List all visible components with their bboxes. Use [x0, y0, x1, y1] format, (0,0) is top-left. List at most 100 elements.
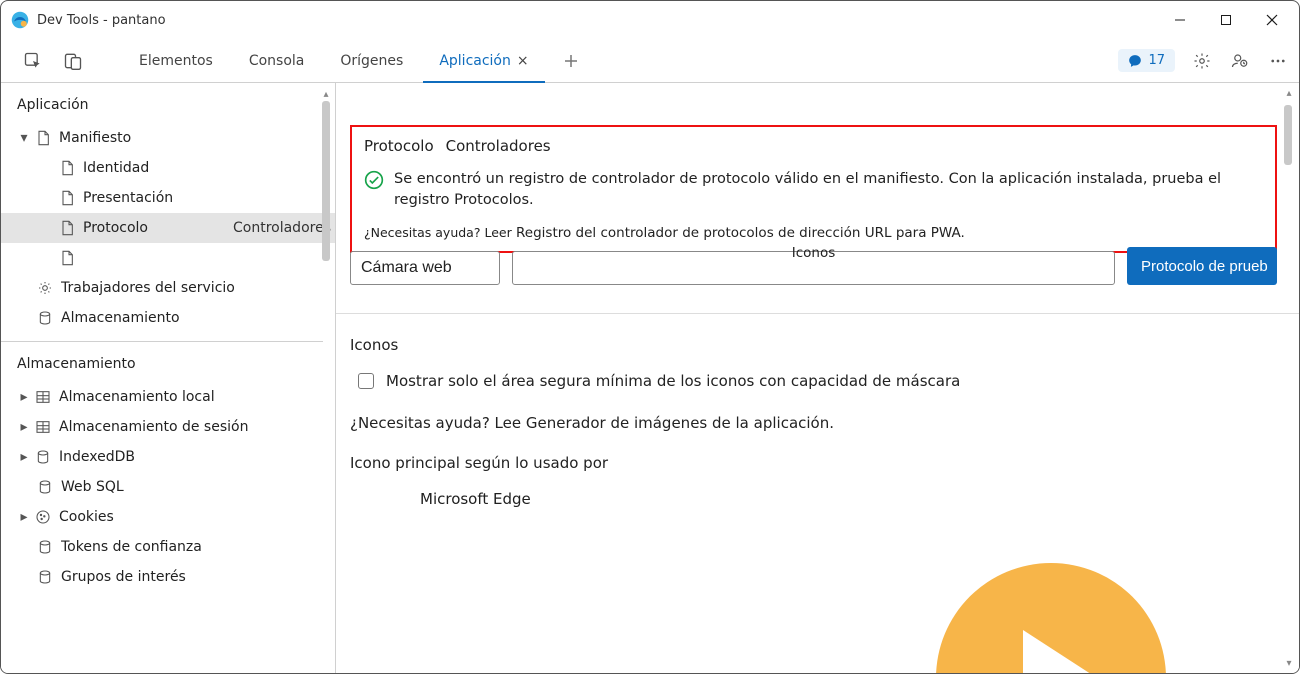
chevron-right-icon[interactable]: ▸	[15, 449, 33, 465]
iconos-title: Iconos	[350, 336, 1277, 354]
hb-title-2: Controladores	[446, 137, 551, 155]
device-icon[interactable]	[55, 43, 91, 79]
tree-local-storage[interactable]: ▸ Almacenamiento local	[1, 382, 335, 412]
more-icon[interactable]	[1261, 44, 1295, 78]
sidebar: Aplicación ▾ Manifiesto Identidad Presen…	[1, 83, 336, 673]
close-button[interactable]	[1249, 4, 1295, 36]
tab-elements-label: Elementos	[139, 53, 213, 69]
tree-session-storage[interactable]: ▸ Almacenamiento de sesión	[1, 412, 335, 442]
separator	[336, 313, 1299, 314]
tab-application[interactable]: Aplicación ×	[423, 39, 544, 83]
tree-label: Manifiesto	[59, 130, 335, 146]
tree-almacenamiento[interactable]: Almacenamiento	[1, 303, 335, 333]
hb-message: Se encontró un registro de controlador d…	[394, 169, 1263, 211]
toolbar: Elementos Consola Orígenes Aplicación × …	[1, 39, 1299, 83]
tree-label: Identidad	[83, 160, 335, 176]
safe-area-label: Mostrar solo el área segura mínima de lo…	[386, 372, 960, 390]
tree-tokens[interactable]: Tokens de confianza	[1, 532, 335, 562]
tree-label: Tokens de confianza	[61, 539, 335, 555]
camera-input[interactable]	[350, 251, 500, 285]
tab-elements[interactable]: Elementos	[123, 39, 229, 83]
window: Dev Tools - pantano Elementos Consola Or…	[0, 0, 1300, 674]
gear-icon	[35, 280, 55, 296]
main-icon-browser: Microsoft Edge	[420, 490, 1277, 508]
storage-icon	[35, 539, 55, 555]
body: Aplicación ▾ Manifiesto Identidad Presen…	[1, 83, 1299, 673]
window-title: Dev Tools - pantano	[37, 13, 166, 28]
tree-label: Trabajadores del servicio	[61, 280, 335, 296]
storage-icon	[35, 569, 55, 585]
storage-icon	[33, 449, 53, 465]
feedback-icon[interactable]	[1223, 44, 1257, 78]
tree-label: IndexedDB	[59, 449, 335, 465]
main-content: Protocolo Controladores Se encontró un r…	[336, 83, 1299, 673]
storage-icon	[35, 310, 55, 326]
cookie-icon	[33, 509, 53, 525]
tab-sources[interactable]: Orígenes	[324, 39, 419, 83]
tree-identidad[interactable]: Identidad	[1, 153, 335, 183]
tree-label: Web SQL	[61, 479, 335, 495]
chevron-right-icon[interactable]: ▸	[15, 389, 33, 405]
tree-cookies[interactable]: ▸ Cookies	[1, 502, 335, 532]
test-protocol-button[interactable]: Protocolo de prueb	[1127, 247, 1277, 285]
tree-label: Almacenamiento	[61, 310, 335, 326]
issues-button[interactable]: 17	[1118, 49, 1175, 72]
protocol-highlight-box: Protocolo Controladores Se encontró un r…	[350, 125, 1277, 253]
iconos-help: ¿Necesitas ayuda? Lee Generador de imáge…	[350, 414, 1277, 432]
add-tab-button[interactable]	[549, 53, 593, 69]
table-icon	[33, 419, 53, 435]
tree-websql[interactable]: Web SQL	[1, 472, 335, 502]
play-icon	[936, 563, 1166, 673]
tree-label: Cookies	[59, 509, 335, 525]
tree-label: Grupos de interés	[61, 569, 335, 585]
file-icon	[57, 190, 77, 206]
tab-sources-label: Orígenes	[340, 53, 403, 69]
sidebar-section-app: Aplicación	[1, 83, 335, 123]
fields-row: Iconos Protocolo de prueb	[350, 247, 1277, 285]
tab-application-label: Aplicación	[439, 53, 511, 69]
hb-help: ¿Necesitas ayuda? Leer Registro del cont…	[364, 225, 1263, 241]
settings-icon[interactable]	[1185, 44, 1219, 78]
chevron-right-icon[interactable]: ▸	[15, 419, 33, 435]
tree-manifiesto[interactable]: ▾ Manifiesto	[1, 123, 335, 153]
main: Protocolo Controladores Se encontró un r…	[336, 83, 1299, 673]
tree-trabajadores[interactable]: Trabajadores del servicio	[1, 273, 335, 303]
hb-title-1: Protocolo	[364, 137, 434, 155]
tab-close-icon[interactable]: ×	[517, 53, 529, 69]
tree-protocolo[interactable]: Protocolo Controladores	[1, 213, 335, 243]
issues-count: 17	[1148, 53, 1165, 68]
tree-empty[interactable]	[1, 243, 335, 273]
app-icon	[11, 11, 29, 29]
tree-label: Almacenamiento local	[59, 389, 335, 405]
file-icon	[33, 130, 53, 146]
iconos-floating-label: Iconos	[792, 245, 836, 261]
hb-help-link[interactable]: Registro del controlador de protocolos d…	[512, 225, 965, 241]
app-icon-preview	[936, 563, 1166, 673]
tree-grupos[interactable]: Grupos de interés	[1, 562, 335, 592]
maximize-button[interactable]	[1203, 4, 1249, 36]
chevron-right-icon[interactable]: ▸	[15, 509, 33, 525]
tab-console[interactable]: Consola	[233, 39, 321, 83]
tree-label: Almacenamiento de sesión	[59, 419, 335, 435]
tree-presentacion[interactable]: Presentación	[1, 183, 335, 213]
file-icon	[57, 250, 77, 266]
chevron-down-icon[interactable]: ▾	[15, 130, 33, 146]
minimize-button[interactable]	[1157, 4, 1203, 36]
hb-help-small: ¿Necesitas ayuda? Leer	[364, 225, 512, 240]
iconos-section: Iconos Mostrar solo el área segura mínim…	[350, 336, 1277, 508]
inspect-icon[interactable]	[15, 43, 51, 79]
tree-indexeddb[interactable]: ▸ IndexedDB	[1, 442, 335, 472]
safe-area-checkbox[interactable]	[358, 373, 374, 389]
sidebar-section-storage: Almacenamiento	[1, 342, 335, 382]
storage-icon	[35, 479, 55, 495]
tree-label: Presentación	[83, 190, 335, 206]
file-icon	[57, 160, 77, 176]
main-scrollbar[interactable]: ▴ ▾	[1281, 85, 1297, 671]
tab-console-label: Consola	[249, 53, 305, 69]
main-icon-row: Icono principal según lo usado por	[350, 454, 1277, 472]
check-circle-icon	[364, 170, 384, 190]
titlebar: Dev Tools - pantano	[1, 1, 1299, 39]
file-icon	[57, 220, 77, 236]
tree-label: Protocolo	[83, 220, 233, 236]
sidebar-scrollbar[interactable]: ▴	[319, 87, 333, 647]
